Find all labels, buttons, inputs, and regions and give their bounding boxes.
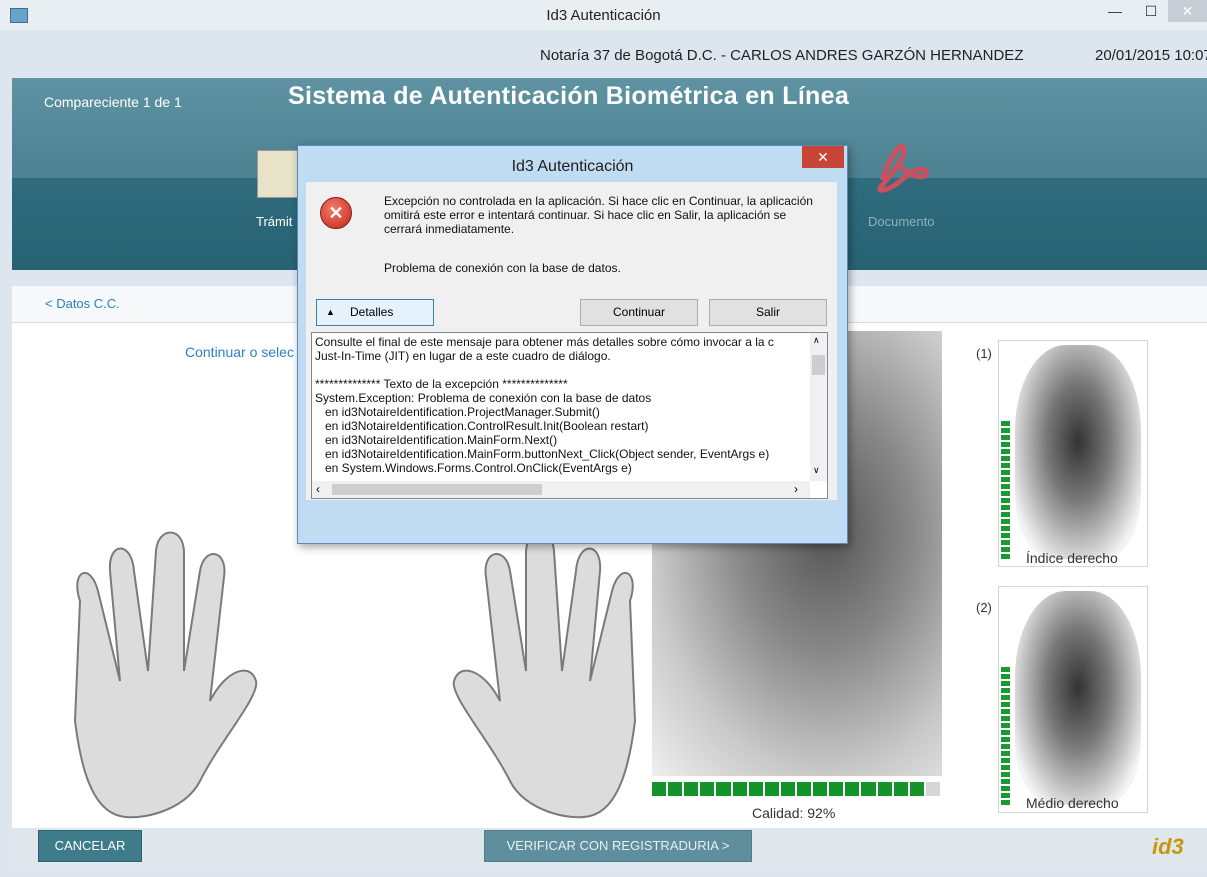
- details-label: Detalles: [350, 305, 394, 319]
- finger2-number: (2): [976, 600, 992, 615]
- scroll-down-icon[interactable]: ∨: [813, 465, 820, 476]
- id3-logo: id3: [1152, 834, 1184, 859]
- finger2-thumbnail[interactable]: [998, 586, 1148, 813]
- quality-segment: [925, 782, 940, 796]
- notary-label: Notaría 37 de Bogotá D.C. - CARLOS ANDRE…: [540, 47, 1024, 64]
- finger1-fingerprint-image: [1015, 345, 1141, 559]
- document-pen-icon: [257, 150, 299, 198]
- horizontal-scrollbar[interactable]: ‹ ›: [312, 481, 810, 498]
- quality-segment: [845, 782, 860, 796]
- finger2-label: Médio derecho: [1026, 795, 1119, 811]
- finger2-quality-meter: [1001, 665, 1010, 807]
- horizontal-scroll-thumb[interactable]: [332, 484, 542, 495]
- details-textbox[interactable]: Consulte el final de este mensaje para o…: [311, 332, 828, 499]
- finger1-thumbnail[interactable]: [998, 340, 1148, 567]
- dialog-close-button[interactable]: ✕: [802, 146, 844, 168]
- quality-segment: [780, 782, 795, 796]
- verify-registraduria-button[interactable]: VERIFICAR CON REGISTRADURIA >: [484, 830, 752, 862]
- scroll-left-icon[interactable]: ‹: [316, 482, 320, 496]
- quality-segment: [716, 782, 731, 796]
- window-title: Id3 Autenticación: [546, 7, 661, 24]
- info-bar: Notaría 37 de Bogotá D.C. - CARLOS ANDRE…: [0, 38, 1207, 74]
- quality-segment: [652, 782, 667, 796]
- quality-segment: [829, 782, 844, 796]
- exception-dialog: Id3 Autenticación ✕ ✕ Excepción no contr…: [297, 145, 848, 544]
- datetime-label: 20/01/2015 10:07: [1095, 47, 1207, 64]
- footer-bar: CANCELAR VERIFICAR CON REGISTRADURIA > i…: [12, 828, 1207, 870]
- pdf-icon: [877, 144, 929, 193]
- left-hand-icon[interactable]: [73, 531, 258, 819]
- cancel-button[interactable]: CANCELAR: [38, 830, 142, 862]
- vertical-scroll-thumb[interactable]: [812, 355, 825, 375]
- minimize-button[interactable]: —: [1100, 0, 1130, 22]
- system-title: Sistema de Autenticación Biométrica en L…: [288, 82, 850, 110]
- quality-segment: [764, 782, 779, 796]
- connection-error-message: Problema de conexión con la base de dato…: [384, 261, 621, 275]
- quality-segment: [684, 782, 699, 796]
- quality-segment: [732, 782, 747, 796]
- maximize-button[interactable]: ☐: [1136, 0, 1166, 22]
- quality-segment: [893, 782, 908, 796]
- details-text: Consulte el final de este mensaje para o…: [315, 335, 774, 475]
- hands-selector[interactable]: [50, 531, 660, 821]
- scroll-up-icon[interactable]: ∧: [813, 335, 820, 346]
- right-hand-icon[interactable]: [452, 531, 637, 819]
- finger2-fingerprint-image: [1015, 591, 1141, 805]
- finger1-number: (1): [976, 346, 992, 361]
- quality-segment: [813, 782, 828, 796]
- quality-segment: [796, 782, 812, 796]
- quality-label: Calidad: 92%: [752, 805, 836, 821]
- instruction-text: Continuar o selec: [185, 344, 294, 360]
- finger1-quality-meter: [1001, 419, 1010, 561]
- step-documento-label[interactable]: Documento: [868, 214, 934, 229]
- finger1-label: Índice derecho: [1026, 550, 1118, 566]
- scroll-right-icon[interactable]: ›: [794, 482, 798, 496]
- quality-segment: [700, 782, 715, 796]
- quality-segment: [668, 782, 683, 796]
- close-button[interactable]: ✕: [1168, 0, 1207, 22]
- continue-button[interactable]: Continuar: [580, 299, 698, 326]
- exception-message: Excepción no controlada en la aplicación…: [384, 194, 813, 236]
- title-bar: Id3 Autenticación — ☐ ✕: [0, 0, 1207, 30]
- exit-button[interactable]: Salir: [709, 299, 827, 326]
- dialog-body: ✕ Excepción no controlada en la aplicaci…: [306, 182, 837, 500]
- collapse-triangle-icon: ▲: [326, 307, 335, 317]
- vertical-scrollbar[interactable]: ∧ ∨: [810, 333, 827, 481]
- error-icon: ✕: [320, 197, 352, 229]
- dialog-title: Id3 Autenticación: [511, 158, 634, 175]
- quality-meter: [652, 782, 940, 796]
- step-tramite-label[interactable]: Trámit: [256, 214, 292, 229]
- back-link[interactable]: < Datos C.C.: [45, 296, 120, 311]
- quality-segment: [748, 782, 763, 796]
- quality-segment: [877, 782, 892, 796]
- details-toggle-button[interactable]: ▲ Detalles: [316, 299, 434, 326]
- quality-segment: [861, 782, 876, 796]
- compareciente-label: Compareciente 1 de 1: [44, 94, 182, 110]
- quality-segment: [909, 782, 924, 796]
